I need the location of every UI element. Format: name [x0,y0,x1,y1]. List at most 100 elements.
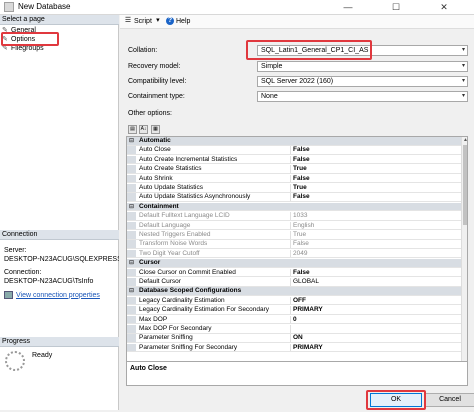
property-grid-scrollbar[interactable]: ▲ [461,137,467,361]
property-row[interactable]: Default Language English [127,221,461,231]
property-value[interactable]: False [293,146,459,154]
collapse-icon[interactable]: ⊟ [129,259,134,268]
property-value[interactable]: 0 [293,316,459,324]
property-row[interactable]: Legacy Cardinality Estimation For Second… [127,306,461,315]
property-row[interactable]: Transform Noise Words False [127,240,461,249]
property-category[interactable]: ⊟ Database Scoped Configurations [127,287,461,296]
categorized-sort-icon[interactable]: ▤ [128,125,137,134]
collation-highlight-box [246,40,372,60]
property-row[interactable]: Max DOP 0 [127,315,461,325]
property-value[interactable]: True [293,231,459,239]
scrollbar-thumb[interactable] [463,145,467,225]
property-row[interactable]: Default Cursor GLOBAL [127,278,461,287]
property-value[interactable]: GLOBAL [293,278,459,286]
scroll-up-icon[interactable]: ▲ [462,137,467,144]
property-row[interactable]: Max DOP For Secondary [127,325,461,334]
property-name: Parameter Sniffing For Secondary [139,343,291,352]
property-value[interactable]: OFF [293,297,459,305]
property-row[interactable]: Default Fulltext Language LCID 1033 [127,212,461,221]
help-icon: ? [166,17,174,25]
property-name: Legacy Cardinality Estimation For Second… [139,306,291,314]
property-value[interactable]: PRIMARY [293,306,459,314]
property-value[interactable]: False [293,175,459,183]
connection-label: Connection: [4,269,42,276]
property-value[interactable]: True [293,165,459,173]
right-pane: ☰ Script ▾ ? Help Collation: SQL_Latin1_… [120,15,474,387]
progress-status: Ready [32,352,53,359]
property-value[interactable]: 2049 [293,250,459,258]
collation-label: Collation: [128,47,158,54]
script-button[interactable]: ☰ Script ▾ [124,17,162,25]
chevron-down-icon: ▾ [461,93,465,99]
property-row[interactable]: Parameter Sniffing For Secondary PRIMARY [127,343,461,353]
collapse-icon[interactable]: ⊟ [129,203,134,212]
property-value[interactable]: PRIMARY [293,344,459,352]
property-row[interactable]: Legacy Cardinality Estimation OFF [127,296,461,306]
property-row[interactable]: Auto Close False [127,146,461,155]
collapse-icon[interactable]: ⊟ [129,137,134,146]
row-gutter [127,249,136,258]
property-row[interactable]: Auto Update Statistics Asynchronously Fal… [127,193,461,202]
property-value[interactable]: English [293,222,459,230]
property-value[interactable]: False [293,193,459,201]
maximize-button[interactable]: ☐ [378,0,414,15]
recovery-model-dropdown[interactable]: Simple ▾ [257,61,468,72]
collapse-icon[interactable]: ⊟ [129,287,134,296]
property-description: Auto Close [126,362,468,386]
property-name: Auto Create Incremental Statistics [139,155,291,164]
property-row[interactable]: Close Cursor on Commit Enabled False [127,268,461,278]
property-value[interactable]: False [293,269,459,277]
containment-type-dropdown[interactable]: None ▾ [257,91,468,102]
property-row[interactable]: Auto Shrink False [127,174,461,184]
help-button[interactable]: ? Help [166,17,190,25]
cancel-button[interactable]: Cancel [424,393,474,407]
property-name: Auto Close [139,146,291,154]
property-name: Nested Triggers Enabled [139,231,291,239]
property-category[interactable]: ⊟ Cursor [127,259,461,268]
connection-header: Connection [0,230,119,240]
view-connection-properties-label: View connection properties [16,291,100,299]
property-value[interactable] [293,325,459,333]
chevron-down-icon: ▾ [156,17,160,24]
property-row[interactable]: Two Digit Year Cutoff 2049 [127,249,461,259]
property-row[interactable]: Parameter Sniffing ON [127,334,461,343]
property-value[interactable]: ON [293,334,459,342]
property-name: Max DOP For Secondary [139,325,291,333]
alphabetical-sort-icon[interactable]: A↓ [139,125,148,134]
property-value[interactable]: 1033 [293,212,459,220]
view-connection-properties-link[interactable]: View connection properties [4,291,100,299]
row-gutter [127,193,136,201]
left-pane: Select a page ✎ General ✎ Options ✎ File… [0,15,119,410]
minimize-button[interactable]: — [330,0,366,15]
property-name: Max DOP [139,315,291,324]
property-value[interactable]: False [293,240,459,248]
property-pages-icon[interactable]: ▦ [151,125,160,134]
compatibility-level-dropdown[interactable]: SQL Server 2022 (160) ▾ [257,76,468,87]
property-category[interactable]: ⊟ Automatic [127,137,461,146]
ok-highlight-box [366,390,426,410]
property-row[interactable]: Auto Create Incremental Statistics False [127,155,461,165]
row-gutter [127,231,136,239]
row-gutter [127,155,136,164]
property-row[interactable]: Auto Create Statistics True [127,165,461,174]
property-row[interactable]: Nested Triggers Enabled True [127,231,461,240]
property-value[interactable]: False [293,156,459,164]
property-category[interactable]: ⊟ Containment [127,202,461,212]
row-gutter [127,306,136,314]
containment-type-label: Containment type: [128,93,185,100]
close-button[interactable]: ✕ [426,0,462,15]
property-row[interactable]: Auto Update Statistics True [127,184,461,193]
category-name: Database Scoped Configurations [139,287,242,295]
recovery-model-label: Recovery model: [128,63,181,70]
property-name: Auto Shrink [139,174,291,183]
property-grid[interactable]: ⊟ Automatic Auto Close False Auto Create Inc… [126,136,468,362]
property-value[interactable]: True [293,184,459,192]
property-name: Transform Noise Words [139,240,291,248]
toolbar: ☰ Script ▾ ? Help [120,15,474,29]
window-title: New Database [18,2,71,11]
recovery-model-value: Simple [261,63,283,70]
property-name: Default Cursor [139,278,291,286]
property-name: Default Fulltext Language LCID [139,212,291,220]
connection-value: DESKTOP-N23ACUG\TsInfo [4,278,94,285]
property-name: Two Digit Year Cutoff [139,249,291,258]
